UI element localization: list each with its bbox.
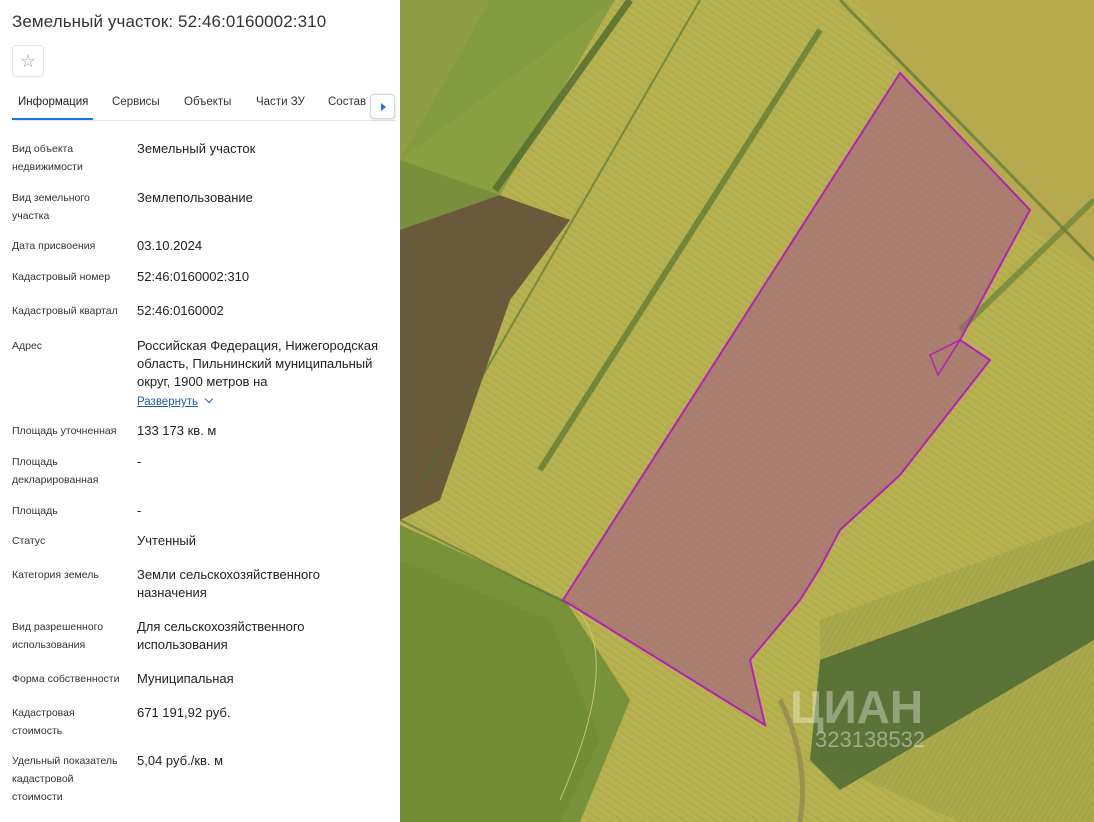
address-text: Российская Федерация, Нижегородская обла… [137, 338, 379, 389]
tab-objects[interactable]: Объекты [184, 96, 231, 108]
tabs-next-button[interactable] [370, 94, 395, 119]
field-label: Категория земель [12, 569, 99, 581]
field-value: 671 191,92 руб. [137, 705, 231, 720]
field-label: Площадь [12, 505, 58, 517]
chevron-down-icon[interactable] [204, 394, 214, 404]
satellite-map[interactable]: ЦИАН 323138532 [400, 0, 1094, 822]
field-label: Кадастровая стоимость [12, 707, 75, 737]
favorite-button[interactable]: ☆ [12, 45, 44, 77]
field-label: Форма собственности [12, 673, 120, 685]
field-value: Землепользование [137, 190, 253, 205]
field-label: Удельный показатель кадастровой стоимост… [12, 755, 118, 803]
expand-address-link[interactable]: Развернуть [137, 393, 198, 411]
field-value: 5,04 руб./кв. м [137, 753, 224, 768]
field-value: - [137, 503, 142, 518]
field-label: Вид разрешенного использования [12, 621, 104, 651]
page-title: Земельный участок: 52:46:0160002:310 [12, 12, 327, 31]
field-label: Кадастровый номер [12, 271, 111, 283]
tab-information[interactable]: Информация [18, 96, 88, 108]
field-value: Земли сельскохозяйственного назначения [137, 567, 320, 600]
tab-bar: Информация Сервисы Объекты Части ЗУ Сост… [12, 88, 396, 121]
star-icon: ☆ [19, 50, 37, 71]
field-label: Адрес [12, 340, 43, 352]
active-tab-indicator [12, 118, 93, 120]
field-value: 52:46:0160002 [137, 303, 224, 318]
field-label: Статус [12, 535, 46, 547]
field-label: Площадь уточненная [12, 425, 117, 437]
field-value: Земельный участок [137, 141, 256, 156]
chevron-right-icon [381, 102, 386, 111]
field-value: Российская Федерация, Нижегородская обла… [137, 337, 392, 411]
field-label: Кадастровый квартал [12, 305, 118, 317]
watermark-id: 323138532 [815, 727, 926, 752]
field-value: Муниципальная [137, 671, 234, 686]
field-label: Вид земельного участка [12, 192, 90, 222]
tab-services[interactable]: Сервисы [112, 96, 160, 108]
field-value: - [137, 454, 142, 469]
map-canvas[interactable] [400, 0, 1094, 822]
field-value: Учтенный [137, 533, 197, 548]
field-label: Дата присвоения [12, 240, 96, 252]
field-label: Вид объекта недвижимости [12, 143, 83, 173]
tab-parts[interactable]: Части ЗУ [256, 96, 305, 108]
watermark-logo: ЦИАН [790, 681, 924, 733]
field-value: 03.10.2024 [137, 238, 203, 253]
field-value: 133 173 кв. м [137, 423, 217, 438]
tab-composition[interactable]: Состав [328, 96, 366, 108]
info-panel: Земельный участок: 52:46:0160002:310 ☆ И… [0, 0, 400, 822]
field-label: Площадь декларированная [12, 456, 99, 486]
field-value: Для сельскохозяйственного использования [137, 619, 305, 652]
field-value: 52:46:0160002:310 [137, 269, 250, 284]
